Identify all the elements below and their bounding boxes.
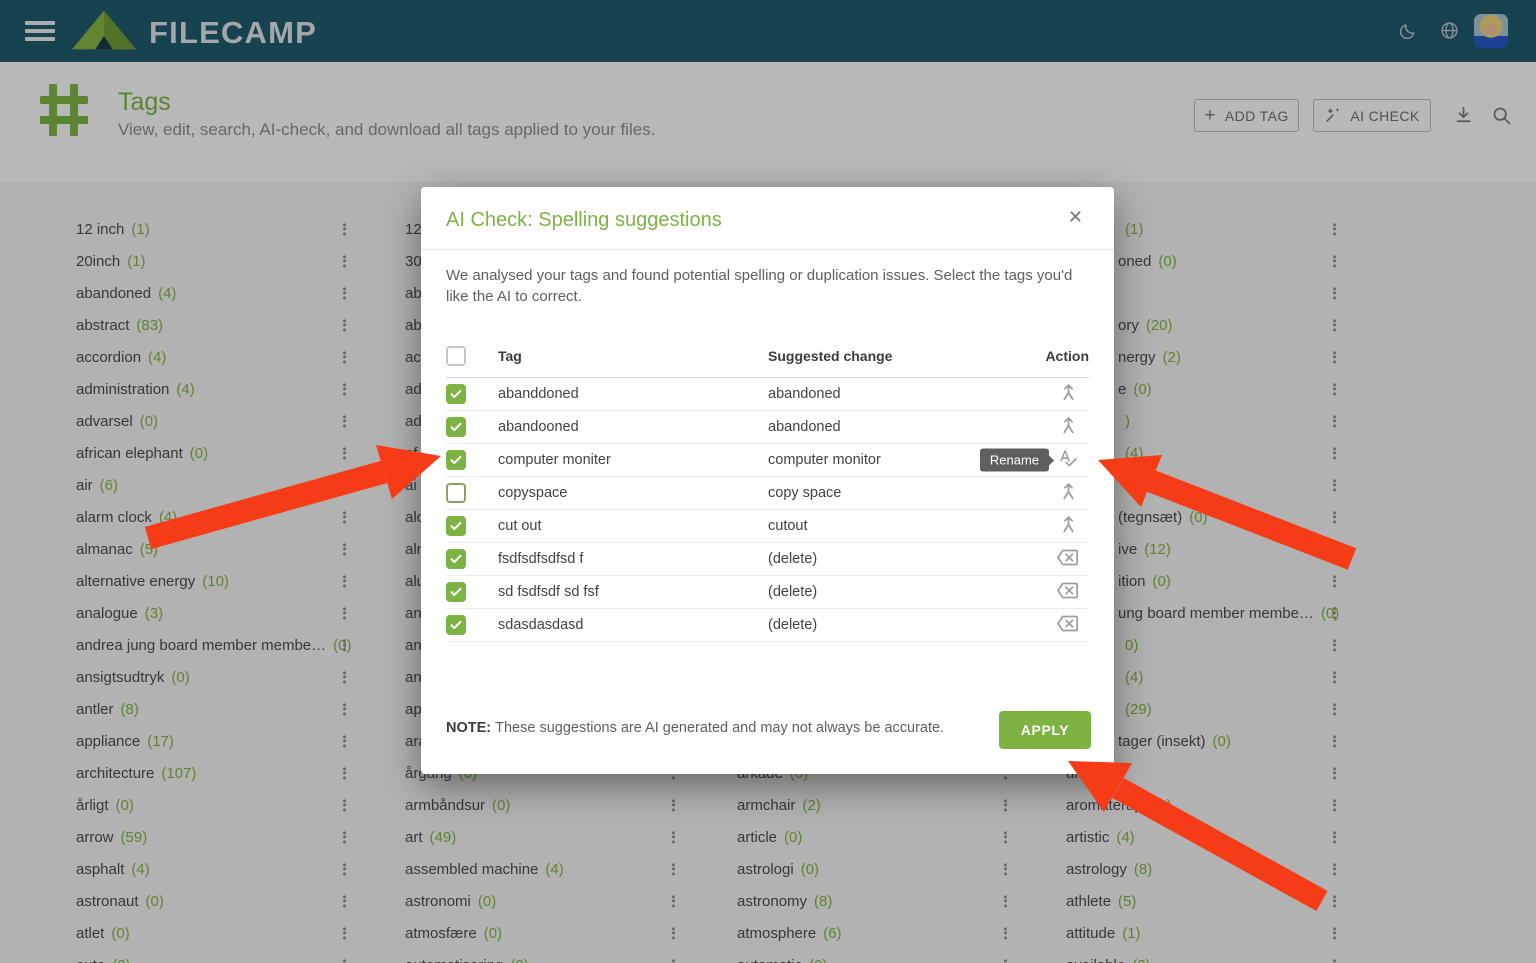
row-checkbox[interactable] bbox=[446, 417, 466, 437]
close-icon[interactable]: ✕ bbox=[1068, 207, 1083, 228]
suggestion-tag: abandooned bbox=[498, 419, 768, 435]
suggestion-tag: computer moniter bbox=[498, 452, 768, 468]
suggestion-tag: cut out bbox=[498, 518, 768, 534]
suggestion-tag: copyspace bbox=[498, 485, 768, 501]
suggestions-table-rows: abanddonedabandonedabandoonedabandonedRe… bbox=[446, 378, 1089, 642]
row-checkbox[interactable] bbox=[446, 450, 466, 470]
suggestion-row: abandoonedabandoned bbox=[446, 411, 1089, 444]
suggestion-row: copyspacecopy space bbox=[446, 477, 1089, 510]
row-checkbox[interactable] bbox=[446, 384, 466, 404]
suggested-change: (delete) bbox=[768, 551, 1019, 567]
suggestion-tag: abanddoned bbox=[498, 386, 768, 402]
suggestion-tag: fsdfsdfsdfsd f bbox=[498, 551, 768, 567]
row-checkbox[interactable] bbox=[446, 549, 466, 569]
ai-check-modal: AI Check: Spelling suggestions ✕ We anal… bbox=[421, 187, 1114, 774]
suggested-change: copy space bbox=[768, 485, 1019, 501]
suggested-change: abandoned bbox=[768, 419, 1019, 435]
row-checkbox[interactable] bbox=[446, 483, 466, 503]
rename-tooltip: Rename bbox=[980, 449, 1049, 472]
delete-action-icon[interactable] bbox=[1057, 613, 1078, 638]
suggestion-tag: sdasdasdasd bbox=[498, 617, 768, 633]
row-checkbox[interactable] bbox=[446, 516, 466, 536]
column-header-suggested-change: Suggested change bbox=[768, 348, 1019, 364]
delete-action-icon[interactable] bbox=[1057, 580, 1078, 605]
suggestion-tag: sd fsdfsdf sd fsf bbox=[498, 584, 768, 600]
merge-action-icon[interactable] bbox=[1059, 383, 1078, 406]
note-label: NOTE: bbox=[446, 720, 491, 736]
rename-action-icon[interactable] bbox=[1058, 448, 1078, 472]
suggestion-row: sdasdasdasd(delete) bbox=[446, 609, 1089, 642]
row-checkbox[interactable] bbox=[446, 582, 466, 602]
merge-action-icon[interactable] bbox=[1059, 416, 1078, 439]
suggested-change: (delete) bbox=[768, 617, 1019, 633]
suggestion-row: Renamecomputer monitercomputer monitor bbox=[446, 444, 1089, 477]
modal-note: NOTE:These suggestions are AI generated … bbox=[446, 720, 944, 736]
suggested-change: abandoned bbox=[768, 386, 1019, 402]
suggestion-row: cut outcutout bbox=[446, 510, 1089, 543]
apply-button[interactable]: APPLY bbox=[999, 711, 1091, 749]
delete-action-icon[interactable] bbox=[1057, 547, 1078, 572]
column-header-tag: Tag bbox=[498, 348, 768, 364]
merge-action-icon[interactable] bbox=[1059, 482, 1078, 505]
select-all-checkbox[interactable] bbox=[446, 346, 466, 366]
suggestions-table-header: Tag Suggested change Action bbox=[446, 339, 1089, 373]
merge-action-icon[interactable] bbox=[1059, 515, 1078, 538]
note-text: These suggestions are AI generated and m… bbox=[495, 720, 944, 736]
modal-title: AI Check: Spelling suggestions bbox=[446, 209, 722, 232]
suggested-change: cutout bbox=[768, 518, 1019, 534]
column-header-action: Action bbox=[1019, 348, 1089, 364]
suggested-change: (delete) bbox=[768, 584, 1019, 600]
suggestion-row: fsdfsdfsdfsd f(delete) bbox=[446, 543, 1089, 576]
modal-description: We analysed your tags and found potentia… bbox=[446, 265, 1098, 308]
modal-divider bbox=[421, 249, 1114, 250]
suggestion-row: abanddonedabandoned bbox=[446, 378, 1089, 411]
suggestion-row: sd fsdfsdf sd fsf(delete) bbox=[446, 576, 1089, 609]
row-checkbox[interactable] bbox=[446, 615, 466, 635]
